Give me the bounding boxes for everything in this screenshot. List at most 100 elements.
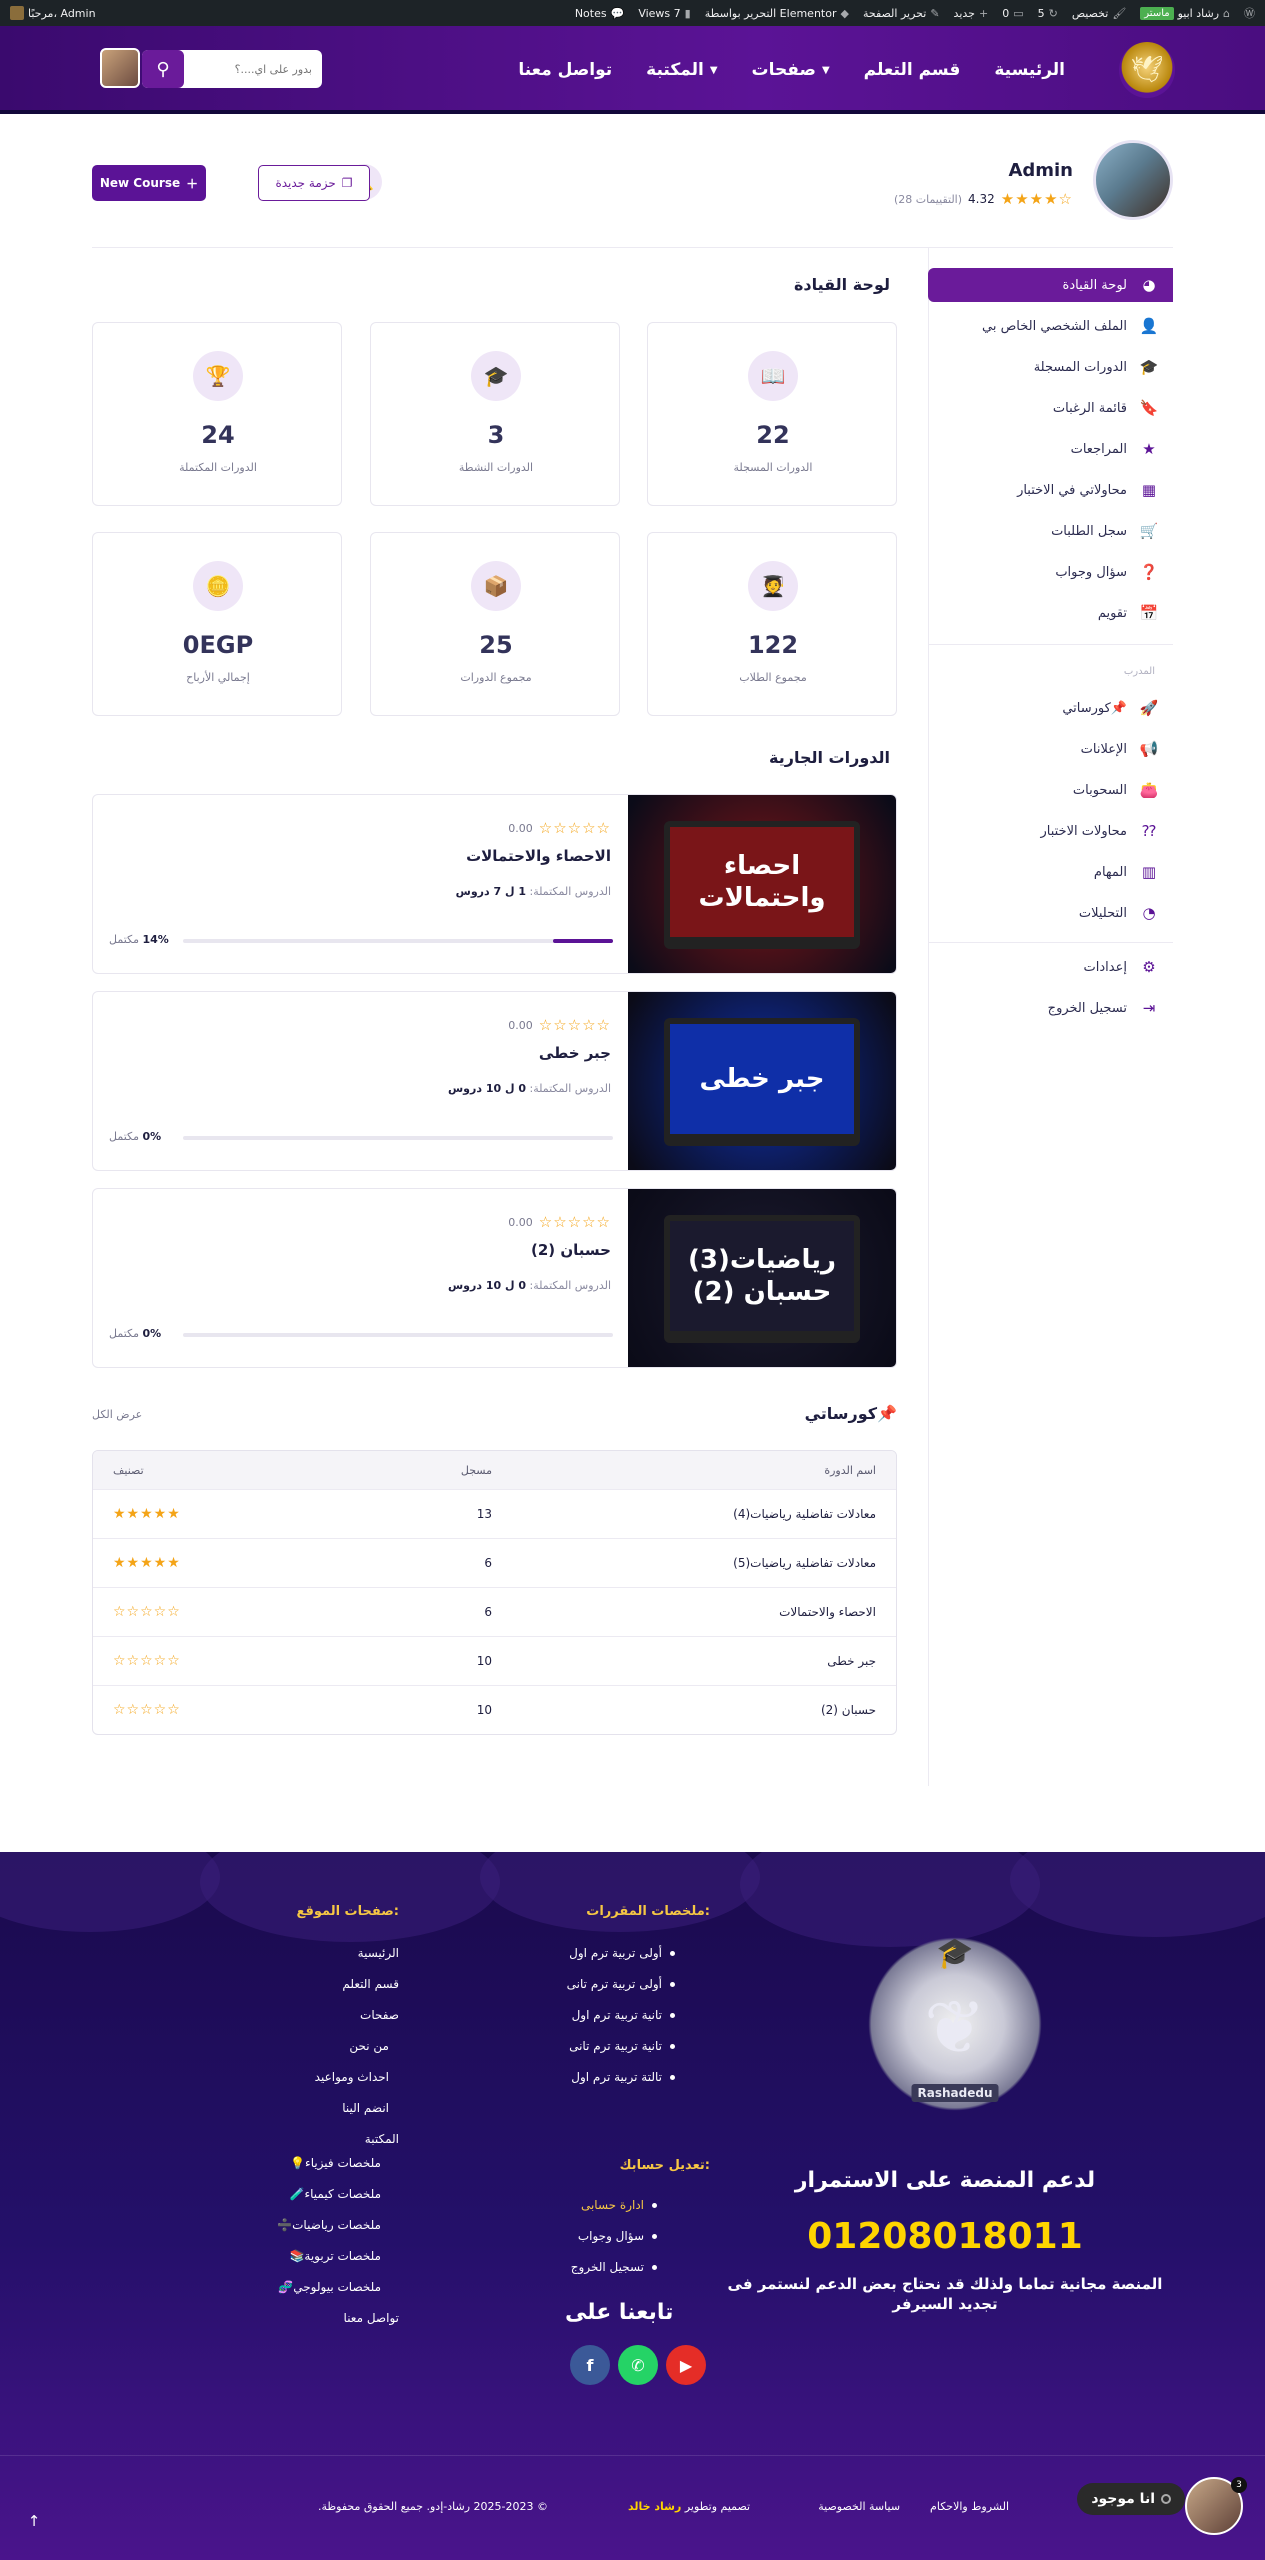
cart-icon: 🛒 — [1139, 522, 1159, 540]
sidebar-item-orders[interactable]: 🛒 سجل الطلبات — [928, 514, 1173, 548]
course-title[interactable]: جبر خطى — [539, 1044, 611, 1062]
sidebar-item-announcements[interactable]: 📢 الإعلانات — [928, 732, 1173, 766]
search-input[interactable] — [190, 62, 320, 76]
sidebar-item-dashboard[interactable]: ◕ لوحة القيادة — [928, 268, 1173, 302]
footer-link[interactable]: ملخصات كيمياء🧪 — [277, 2179, 381, 2210]
sidebar-item-enrolled[interactable]: 🎓 الدورات المسجلة — [928, 350, 1173, 384]
footer-link[interactable]: تواصل معنا — [344, 2303, 399, 2334]
footer-link[interactable]: تسجيل الخروج — [571, 2252, 657, 2283]
admin-greeting[interactable]: مرحبًا، Admin — [10, 6, 96, 20]
account-title: تعديل حسابك: — [619, 2158, 710, 2173]
sidebar-item-withdrawals[interactable]: 👛 السحوبات — [928, 773, 1173, 807]
admin-customize[interactable]: تخصيص 🖌 — [1072, 7, 1126, 20]
admin-comments[interactable]: 0 ▭ — [1002, 7, 1023, 20]
cubes-icon: ▦ — [1141, 481, 1157, 499]
footer-link[interactable]: أولى تربية ترم اول — [567, 1938, 675, 1969]
sidebar-item-logout[interactable]: ⇥ تسجيل الخروج — [928, 991, 1173, 1025]
nav-learning[interactable]: قسم التعلم — [864, 60, 961, 80]
admin-edit-page[interactable]: تحرير الصفحة ✎ — [863, 7, 940, 20]
trophy-icon: 🏆 — [193, 351, 243, 401]
terms-link[interactable]: الشروط والاحكام — [930, 2500, 1009, 2513]
footer-link[interactable]: الرئيسية — [315, 1938, 399, 1969]
dashboard-title: لوحة القيادة — [793, 275, 890, 294]
footer-link[interactable]: تالتة تربية ترم اول — [567, 2062, 675, 2093]
pages-list: الرئيسية قسم التعلم صفحات من نحن احداث و… — [315, 1938, 399, 2155]
sidebar-item-analytics[interactable]: ◔ التحليلات — [928, 896, 1173, 930]
profile-rating: ★★★★☆ 4.32 (28 التقييمات) — [893, 190, 1073, 208]
footer-link[interactable]: تانية تربية ترم تانى — [567, 2031, 675, 2062]
privacy-link[interactable]: سياسة الخصوصية — [818, 2500, 900, 2513]
nav-library[interactable]: المكتبة ▼ — [646, 60, 717, 80]
course-rating: ☆☆☆☆☆ 0.00 — [508, 1213, 611, 1231]
admin-updates[interactable]: 5 ↻ — [1038, 7, 1058, 20]
site-logo[interactable]: 🕊 — [1119, 42, 1175, 98]
sidebar-item-profile[interactable]: 👤 الملف الشخصي الخاص بي — [928, 309, 1173, 343]
sidebar-item-quiz-attempts[interactable]: ▦ محاولاتي في الاختبار — [928, 473, 1173, 507]
sidebar-item-settings[interactable]: ⚙ إعدادات — [928, 950, 1173, 984]
course-card[interactable]: احصاء واحتمالات ☆☆☆☆☆ 0.00 الاحصاء والاحت… — [92, 794, 897, 974]
graduation-cap-icon: 🎓 — [1139, 358, 1159, 376]
footer-link[interactable]: ملخصات تربوية📚 — [277, 2241, 381, 2272]
wordpress-icon[interactable]: Ⓦ — [1244, 5, 1255, 21]
view-all-link[interactable]: عرض الكل — [92, 1408, 142, 1421]
chat-status-pill[interactable]: انا موجود — [1077, 2483, 1185, 2515]
sidebar-item-wishlist[interactable]: 🔖 قائمة الرغبات — [928, 391, 1173, 425]
building-icon: ▥ — [1141, 863, 1157, 881]
new-package-button[interactable]: حزمة جديدة ❐ — [258, 165, 370, 201]
course-card[interactable]: رياضيات(3) حسبان (2) ☆☆☆☆☆ 0.00 حسبان (2)… — [92, 1188, 897, 1368]
footer-copyright: © 2025-2023 رشاد-إدو. جميع الحقوق محفوظة… — [318, 2500, 548, 2513]
footer-link[interactable]: أولى تربية ترم تانى — [567, 1969, 675, 2000]
footer-link[interactable]: ملخصات بيولوجي🧬 — [277, 2272, 381, 2303]
footer-link[interactable]: انضم الينا — [315, 2093, 399, 2124]
whatsapp-button[interactable]: ✆ — [618, 2345, 658, 2385]
sidebar-item-calendar[interactable]: 📅 تقويم — [928, 596, 1173, 630]
site-footer: 🎓 ❦ Rashadedu لدعم المنصة على الاستمرار … — [0, 1852, 1265, 2560]
search-button[interactable]: ⚲ — [142, 50, 184, 88]
admin-notes[interactable]: Notes 💬 — [575, 7, 624, 20]
admin-bar-right: Notes 💬 Views 7 ▮ التحرير بواسطة Elementor… — [575, 5, 1255, 21]
scroll-top-button[interactable]: ↑ — [22, 2509, 46, 2533]
admin-views[interactable]: Views 7 ▮ — [638, 7, 690, 20]
course-card[interactable]: جبر خطى ☆☆☆☆☆ 0.00 جبر خطى الدروس المكتمل… — [92, 991, 897, 1171]
chevron-down-icon: ▼ — [709, 64, 718, 76]
sidebar-item-my-courses[interactable]: 🚀 كورساتي📌 — [928, 691, 1173, 725]
course-thumbnail[interactable]: جبر خطى — [628, 992, 896, 1170]
course-title[interactable]: حسبان (2) — [531, 1241, 611, 1259]
sidebar-item-qa[interactable]: ❓ سؤال وجواب — [928, 555, 1173, 589]
rating-stars-icon: ★★★★★ — [113, 1555, 181, 1571]
main-nav: الرئيسية قسم التعلم صفحات ▼ المكتبة ▼ تواص… — [518, 26, 1065, 114]
nav-pages[interactable]: صفحات ▼ — [752, 60, 830, 80]
facebook-button[interactable]: f — [570, 2345, 610, 2385]
support-phone[interactable]: 01208018011 — [745, 2216, 1145, 2257]
sidebar-item-quiz-attempts-instructor[interactable]: ⁇ محاولات الاختبار — [928, 814, 1173, 848]
nav-contact[interactable]: تواصل معنا — [518, 60, 612, 80]
footer-link[interactable]: سؤال وجواب — [571, 2221, 657, 2252]
new-course-button[interactable]: New Course ＋ — [92, 165, 206, 201]
footer-link[interactable]: ادارة حسابى — [571, 2190, 657, 2221]
footer-link[interactable]: احداث ومواعيد — [315, 2062, 399, 2093]
nav-home[interactable]: الرئيسية — [994, 60, 1065, 80]
header-user-avatar[interactable] — [100, 48, 140, 88]
admin-site[interactable]: ماستر رشاد ابيو ⌂ — [1140, 6, 1230, 20]
admin-new[interactable]: جديد + — [954, 7, 989, 20]
course-thumbnail[interactable]: رياضيات(3) حسبان (2) — [628, 1189, 896, 1367]
footer-link[interactable]: قسم التعلم — [315, 1969, 399, 2000]
sidebar-item-assignments[interactable]: ▥ المهام — [928, 855, 1173, 889]
footer-link[interactable]: صفحات — [315, 2000, 399, 2031]
rating-stars-icon: ☆☆☆☆☆ — [538, 1213, 611, 1231]
youtube-button[interactable]: ▶ — [666, 2345, 706, 2385]
course-progress-bar — [183, 1136, 613, 1140]
my-courses-table: اسم الدورة مسجل تصنيف معادلات تفاضلية ري… — [92, 1450, 897, 1735]
footer-link[interactable]: من نحن — [315, 2031, 399, 2062]
course-thumbnail[interactable]: احصاء واحتمالات — [628, 795, 896, 973]
footer-link[interactable]: ملخصات رياضيات➗ — [277, 2210, 381, 2241]
footer-link[interactable]: تانية تربية ترم اول — [567, 2000, 675, 2031]
admin-elementor[interactable]: التحرير بواسطة Elementor ◆ — [705, 7, 849, 20]
rating-stars-icon: ☆☆☆☆☆ — [538, 819, 611, 837]
sidebar-item-reviews[interactable]: ★ المراجعات — [928, 432, 1173, 466]
cloud-decoration — [200, 1852, 500, 1942]
course-title[interactable]: الاحصاء والاحتمالات — [466, 847, 611, 865]
footer-link[interactable]: ملخصات فيزياء💡 — [277, 2148, 381, 2179]
course-progress-text: 0% مكتمل — [109, 1327, 162, 1340]
stat-card-active: 🎓 3 الدورات النشطة — [370, 322, 620, 506]
